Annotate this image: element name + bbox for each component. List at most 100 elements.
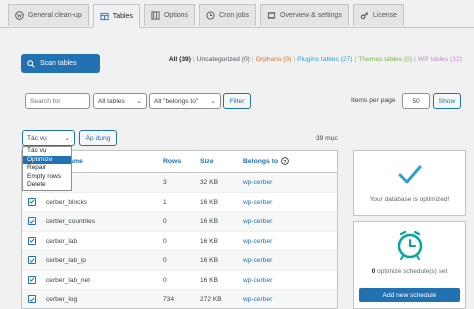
belongs-to-link[interactable]: wp-cerber (243, 257, 272, 264)
belongs-to-link[interactable]: wp-cerber (243, 296, 272, 303)
table-row: cerber_blocks 1 16 KB wp-cerber (22, 193, 337, 212)
tab-label: Tables (112, 12, 133, 20)
filter-wp[interactable]: WP tables (12) (418, 56, 462, 63)
dropdown-option[interactable]: Optimize (23, 155, 71, 165)
filter-uncategorized[interactable]: Uncategorized (0) (197, 56, 250, 63)
belongs-to-link[interactable]: wp-cerber (243, 179, 272, 186)
row-checkbox[interactable] (28, 275, 36, 284)
table-body: 3 32 KB wp-cerber cerber_blocks 1 16 KB wp-cer… (22, 173, 337, 308)
clock-icon (206, 11, 215, 20)
svg-text:W: W (17, 13, 23, 19)
show-button[interactable]: Show (433, 93, 461, 109)
size-cell: 16 KB (200, 218, 218, 225)
items-per-page-label: Items per page (351, 97, 396, 104)
scan-tables-label: Scan tables (40, 60, 77, 67)
tab-options[interactable]: Options (143, 4, 196, 26)
belongs-to-link[interactable]: wp-cerber (243, 277, 272, 284)
wordpress-icon: W (15, 11, 24, 20)
chevron-down-icon: ⌄ (136, 98, 142, 105)
items-per-page-input[interactable]: 50 (402, 93, 430, 109)
search-icon (27, 59, 35, 68)
items-per-page-value: 50 (412, 97, 420, 105)
filter-themes[interactable]: Themes tables (0) (358, 56, 412, 63)
checkmark-icon (29, 238, 35, 243)
belongs-to-value: All "belongs to" (154, 97, 199, 105)
tab-label: Overview & settings (280, 12, 342, 19)
checkmark-icon (397, 163, 423, 187)
row-checkbox[interactable] (28, 197, 36, 206)
table-category-filters: All (39) | Uncategorized (0) | Orphans (0) | P… (168, 56, 462, 63)
row-checkbox[interactable] (28, 236, 36, 245)
filter-plugins[interactable]: Plugins tables (27) (297, 56, 352, 63)
scan-tables-button[interactable]: Scan tables (21, 54, 100, 73)
tab-overview-settings[interactable]: Overview & settings (260, 4, 349, 26)
row-checkbox[interactable] (28, 256, 36, 264)
tab-license[interactable]: License (352, 4, 405, 26)
checkmark-icon (29, 258, 35, 263)
dropdown-option[interactable]: Delete (23, 181, 71, 190)
rows-cell: 0 (163, 237, 167, 245)
row-checkbox[interactable] (28, 295, 36, 303)
table-name-cell: cerber_countries (46, 218, 96, 225)
belongs-to-select[interactable]: All "belongs to" ⌄ (149, 93, 221, 109)
tab-label: License (372, 12, 398, 19)
rows-cell: 734 (163, 296, 175, 303)
optimized-message: Your database is optimized! (369, 196, 450, 203)
checkmark-icon (29, 297, 35, 302)
table-row: cerber_lab 0 16 KB wp-cerber (22, 232, 337, 251)
column-header-belongs-to: Belongs to (243, 158, 279, 165)
rows-cell: 0 (163, 218, 167, 225)
tab-cron-jobs[interactable]: Cron jobs (199, 4, 257, 26)
table-name-cell: cerber_log (46, 296, 78, 303)
tab-general-clean-up[interactable]: W General clean-up (8, 4, 89, 26)
rows-cell: 0 (163, 257, 167, 264)
size-cell: 16 KB (200, 198, 218, 206)
size-cell: 272 KB (200, 296, 222, 303)
add-new-schedule-button[interactable]: Add new schedule (359, 288, 460, 302)
settings-icon (267, 11, 276, 20)
belongs-to-link[interactable]: wp-cerber (243, 199, 272, 206)
filter-button[interactable]: Filter (223, 93, 251, 109)
chevron-down-icon: ⌄ (64, 135, 70, 142)
table-name-cell: cerber_lab_net (46, 276, 90, 284)
key-icon (360, 11, 369, 20)
column-header-size[interactable]: Size (200, 158, 214, 165)
checkmark-icon (29, 199, 35, 204)
size-cell: 32 KB (200, 179, 218, 186)
dropdown-option[interactable]: Tác vụ (23, 147, 71, 156)
bulk-action-select[interactable]: Tác vụ ⌄ (22, 130, 75, 146)
table-row: cerber_lab_net 0 16 KB wp-cerber (22, 271, 337, 290)
alarm-clock-icon (395, 229, 425, 263)
column-header-rows[interactable]: Rows (163, 158, 181, 165)
table-name-cell: cerber_lab (46, 237, 78, 245)
search-input[interactable] (25, 93, 90, 109)
belongs-to-link[interactable]: wp-cerber (243, 218, 272, 225)
schedules-label: optimize schedule(s) set (377, 268, 448, 275)
apply-button[interactable]: Áp dụng (79, 130, 117, 146)
table-type-value: All tables (98, 97, 125, 105)
filter-all[interactable]: All (39) (169, 56, 191, 63)
filter-orphans[interactable]: Orphans (0) (256, 56, 292, 63)
optimized-card: Your database is optimized! (353, 150, 466, 216)
bulk-action-value: Tác vụ (27, 134, 47, 142)
table-name-cell: cerber_blocks (46, 198, 88, 206)
item-count: 39 mục (316, 135, 338, 142)
schedules-card: 0 optimize schedule(s) set Add new sched… (353, 221, 466, 309)
table-type-select[interactable]: All tables ⌄ (93, 93, 147, 109)
size-cell: 16 KB (200, 276, 218, 284)
belongs-to-link[interactable]: wp-cerber (243, 238, 272, 245)
table-name-cell: cerber_lab_ip (46, 257, 86, 264)
tab-label: General clean-up (28, 12, 82, 19)
schedules-text: 0 optimize schedule(s) set (354, 268, 465, 275)
dropdown-option[interactable]: Repair (23, 164, 71, 173)
svg-text:?: ? (284, 159, 287, 165)
rows-cell: 0 (163, 276, 167, 284)
checkmark-icon (29, 277, 35, 282)
dropdown-option[interactable]: Empty rows (23, 173, 71, 182)
options-icon (151, 11, 160, 20)
table-icon (100, 12, 109, 21)
tab-tables[interactable]: Tables (92, 4, 140, 28)
tab-label: Options (163, 12, 189, 19)
row-checkbox[interactable] (28, 217, 36, 225)
help-icon[interactable]: ? (281, 157, 289, 167)
